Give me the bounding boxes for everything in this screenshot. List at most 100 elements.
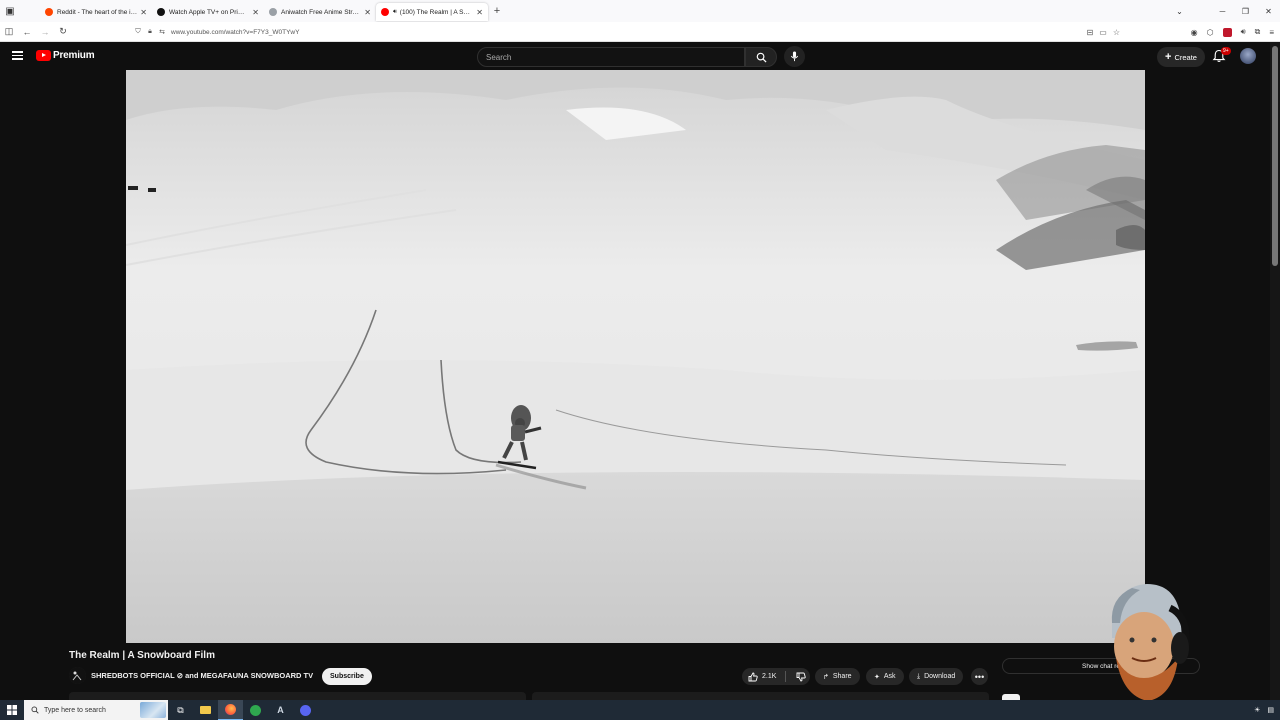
- tab-title: (100) The Realm | A Snowb: [399, 8, 474, 16]
- youtube-logo[interactable]: Premium: [36, 50, 95, 61]
- forward-button[interactable]: →: [36, 27, 54, 37]
- like-dislike-group: 2.1K: [742, 668, 810, 685]
- task-view-icon[interactable]: ⧉: [168, 700, 193, 720]
- video-player[interactable]: [126, 70, 1145, 643]
- new-tab-button[interactable]: +: [488, 5, 506, 17]
- notification-count-badge: 9+: [1221, 47, 1231, 55]
- dislike-button[interactable]: [790, 672, 806, 682]
- share-icon: ↱: [823, 673, 829, 681]
- youtube-play-icon: [36, 50, 51, 61]
- ask-label: Ask: [883, 673, 896, 680]
- browser-tab[interactable]: Aniwatch Free Anime Streaming✕: [264, 3, 376, 21]
- browser-tab[interactable]: Reddit - The heart of the intern ✕: [40, 3, 152, 21]
- tab-close-icon[interactable]: ✕: [140, 8, 147, 17]
- browser-nav-bar: ◫ ← → ↻ ⛉ 🔒︎ ⇆ www.youtube.com/watch?v=F…: [0, 22, 1280, 42]
- microphone-icon: [790, 51, 799, 62]
- menu-icon[interactable]: ≡: [1269, 28, 1274, 37]
- tab-close-icon[interactable]: ✕: [252, 8, 259, 17]
- back-button[interactable]: ←: [18, 27, 36, 37]
- like-button[interactable]: 2.1K: [742, 671, 786, 682]
- window-controls: ⌄ ─ ❐ ✕: [1168, 0, 1280, 22]
- tab-close-icon[interactable]: ✕: [476, 8, 483, 17]
- tab-favicon-icon: [157, 8, 165, 16]
- windows-taskbar: Type here to search ⧉ A ☀ ▤: [0, 700, 1280, 720]
- taskbar-search-placeholder: Type here to search: [44, 706, 106, 714]
- reload-button[interactable]: ↻: [54, 26, 72, 37]
- share-label: Share: [832, 673, 852, 680]
- download-label: Download: [924, 673, 956, 680]
- subscribe-button[interactable]: Subscribe: [322, 668, 372, 685]
- more-actions-button[interactable]: •••: [971, 668, 988, 685]
- video-title: The Realm | A Snowboard Film: [69, 650, 215, 661]
- app-a-icon[interactable]: A: [268, 700, 293, 720]
- firefox-icon[interactable]: [218, 700, 243, 720]
- share-button[interactable]: ↱ Share: [815, 668, 860, 685]
- sparkle-icon: ✦: [874, 673, 880, 681]
- channel-name[interactable]: SHREDBOTS OFFICIAL ⊘ and MEGAFAUNA SNOWB…: [91, 671, 313, 680]
- page-scrollbar[interactable]: [1270, 42, 1280, 700]
- channel-avatar[interactable]: [69, 667, 86, 684]
- lock-icon[interactable]: 🔒︎: [144, 28, 156, 36]
- weather-icon[interactable]: ☀: [1254, 706, 1260, 714]
- close-window-button[interactable]: ✕: [1257, 7, 1280, 16]
- guide-menu-icon[interactable]: [12, 51, 23, 60]
- notification-center-icon[interactable]: ▤: [1267, 706, 1274, 714]
- maximize-button[interactable]: ❐: [1234, 7, 1257, 16]
- tab-audio-icon[interactable]: 🔊︎: [393, 9, 397, 16]
- discord-icon[interactable]: [293, 700, 318, 720]
- tab-close-icon[interactable]: ✕: [364, 8, 371, 17]
- taskbar-search[interactable]: Type here to search: [24, 700, 168, 720]
- tab-favicon-icon: [45, 8, 53, 16]
- audio-icon[interactable]: 🔊︎: [1241, 27, 1246, 37]
- tab-favicon-icon: [381, 8, 389, 16]
- like-count: 2.1K: [762, 673, 777, 680]
- pocket-icon[interactable]: ⬡: [1207, 28, 1214, 37]
- tab-title: Watch Apple TV+ on Prime Vid: [169, 8, 250, 16]
- extensions-puzzle-icon[interactable]: ⧉: [1255, 27, 1261, 37]
- permissions-icon[interactable]: ⇆: [156, 28, 168, 36]
- create-label: Create: [1174, 52, 1197, 62]
- toolbar-extensions: ◉ ⬡ 🔊︎ ⧉ ≡: [1191, 22, 1274, 42]
- browser-tab[interactable]: Watch Apple TV+ on Prime Vid ✕: [152, 3, 264, 21]
- tab-title: Aniwatch Free Anime Streaming: [281, 8, 361, 16]
- streamer-webcam-overlay: [1092, 578, 1212, 700]
- search-input[interactable]: [477, 47, 745, 67]
- create-button[interactable]: + Create: [1157, 47, 1205, 67]
- thumbs-up-icon: [748, 672, 758, 681]
- description-box[interactable]: [69, 692, 526, 700]
- comments-box[interactable]: [532, 692, 989, 700]
- address-bar[interactable]: ⛉ 🔒︎ ⇆ www.youtube.com/watch?v=F7Y3_W0TY…: [132, 24, 1126, 40]
- search-button[interactable]: [745, 47, 777, 67]
- ask-button[interactable]: ✦ Ask: [866, 668, 904, 685]
- video-frame-snow-scene: [126, 70, 1145, 643]
- sidebar-toggle-icon[interactable]: ◫: [0, 26, 18, 37]
- tab-title: Reddit - The heart of the intern: [57, 8, 138, 16]
- account-avatar[interactable]: [1240, 48, 1256, 64]
- download-icon: ⤓: [917, 672, 921, 680]
- plus-icon: +: [1165, 51, 1172, 63]
- bookmark-star-icon[interactable]: ☆: [1113, 28, 1120, 37]
- tab-overview-icon[interactable]: ▣: [0, 0, 20, 22]
- minimize-button[interactable]: ─: [1211, 7, 1234, 16]
- tab-list-chevron-icon[interactable]: ⌄: [1168, 7, 1191, 16]
- circle-extension-icon[interactable]: ◉: [1191, 28, 1198, 37]
- download-button[interactable]: ⤓ Download: [909, 668, 964, 685]
- browser-tab[interactable]: 🔊︎ (100) The Realm | A Snowb ✕: [376, 3, 488, 21]
- reader-view-icon[interactable]: ⊟: [1087, 28, 1094, 37]
- windows-logo-icon: [7, 705, 17, 715]
- url-text[interactable]: www.youtube.com/watch?v=F7Y3_W0TYwY: [171, 29, 299, 36]
- search-icon: [756, 52, 767, 63]
- more-dots-icon: •••: [974, 671, 985, 682]
- shield-icon[interactable]: ⛉: [132, 28, 144, 36]
- extension-badge-icon[interactable]: [1222, 27, 1232, 37]
- start-button[interactable]: [0, 700, 24, 720]
- pip-icon[interactable]: ▭: [1099, 28, 1107, 37]
- voice-search-button[interactable]: [784, 46, 805, 67]
- search-highlight-image: [140, 702, 166, 718]
- logo-text: Premium: [53, 50, 95, 61]
- scrollbar-thumb[interactable]: [1272, 46, 1278, 266]
- xbox-icon[interactable]: [243, 700, 268, 720]
- system-tray: ☀ ▤: [1254, 700, 1274, 720]
- file-explorer-icon[interactable]: [193, 700, 218, 720]
- search-icon: [31, 706, 39, 714]
